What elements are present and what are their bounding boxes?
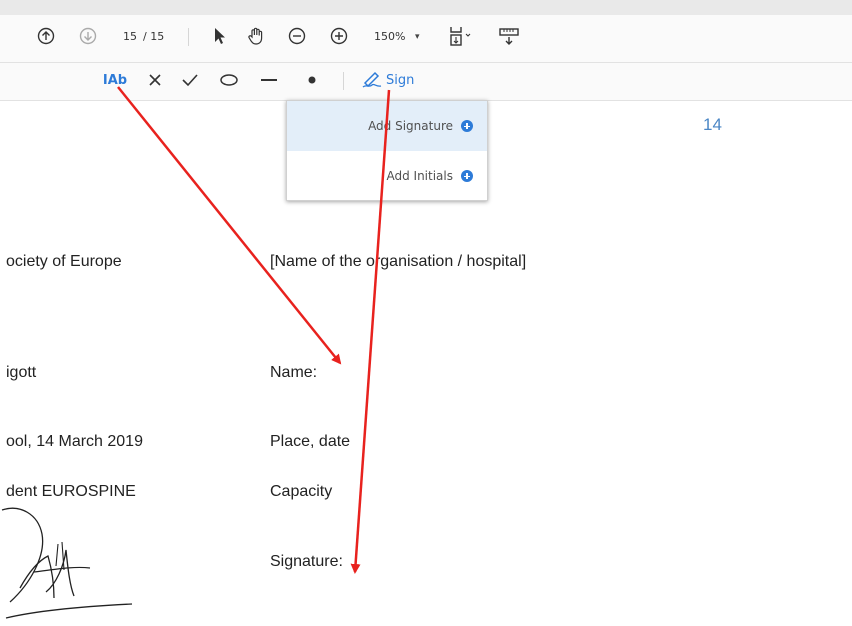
left-org-text: ociety of Europe: [6, 253, 122, 270]
cross-mark-icon[interactable]: [145, 70, 165, 90]
left-name-text: igott: [6, 364, 37, 381]
left-capacity-text: dent EUROSPINE: [6, 483, 136, 500]
toolbar-divider: [188, 28, 189, 46]
fit-page-icon[interactable]: [446, 24, 474, 48]
scroll-mode-icon[interactable]: [497, 24, 521, 48]
select-cursor-icon[interactable]: [210, 26, 230, 46]
name-field-label[interactable]: Name:: [270, 364, 317, 382]
sign-pen-icon[interactable]: [360, 70, 384, 90]
dot-icon[interactable]: [302, 70, 322, 90]
right-org-text: [Name of the organisation / hospital]: [270, 253, 527, 270]
sign-button[interactable]: Sign: [386, 73, 414, 88]
toolbar-divider: [343, 72, 344, 90]
capacity-field-label[interactable]: Capacity: [270, 483, 332, 501]
zoom-out-icon[interactable]: [287, 26, 307, 46]
signature-field-label[interactable]: Signature:: [270, 553, 343, 571]
zoom-level-select[interactable]: 150%: [374, 29, 405, 45]
window-top-strip: [0, 0, 852, 15]
sign-dropdown-menu: Add Signature Add Initials: [286, 100, 488, 201]
add-initials-menu-item[interactable]: Add Initials: [287, 151, 487, 201]
page-down-icon[interactable]: [78, 26, 98, 46]
hand-tool-icon[interactable]: [245, 25, 267, 47]
plus-circle-icon: [461, 170, 473, 182]
line-icon[interactable]: [258, 70, 280, 90]
left-place-date-text: ool, 14 March 2019: [6, 433, 143, 450]
menu-item-label: Add Signature: [368, 119, 453, 133]
check-mark-icon[interactable]: [180, 70, 200, 90]
add-signature-menu-item[interactable]: Add Signature: [287, 101, 487, 151]
plus-circle-icon: [461, 120, 473, 132]
page-up-icon[interactable]: [36, 26, 56, 46]
menu-item-label: Add Initials: [386, 169, 453, 183]
page-number-input[interactable]: 15: [119, 29, 141, 45]
zoom-in-icon[interactable]: [329, 26, 349, 46]
place-date-field-label[interactable]: Place, date: [270, 433, 350, 451]
ellipse-icon[interactable]: [218, 70, 240, 90]
page-number-label: 14: [703, 115, 722, 134]
chevron-down-icon[interactable]: ▾: [415, 29, 420, 45]
add-text-icon[interactable]: IAb: [100, 69, 130, 91]
page-total-label: / 15: [143, 30, 165, 43]
handwritten-signature: [1, 507, 133, 619]
